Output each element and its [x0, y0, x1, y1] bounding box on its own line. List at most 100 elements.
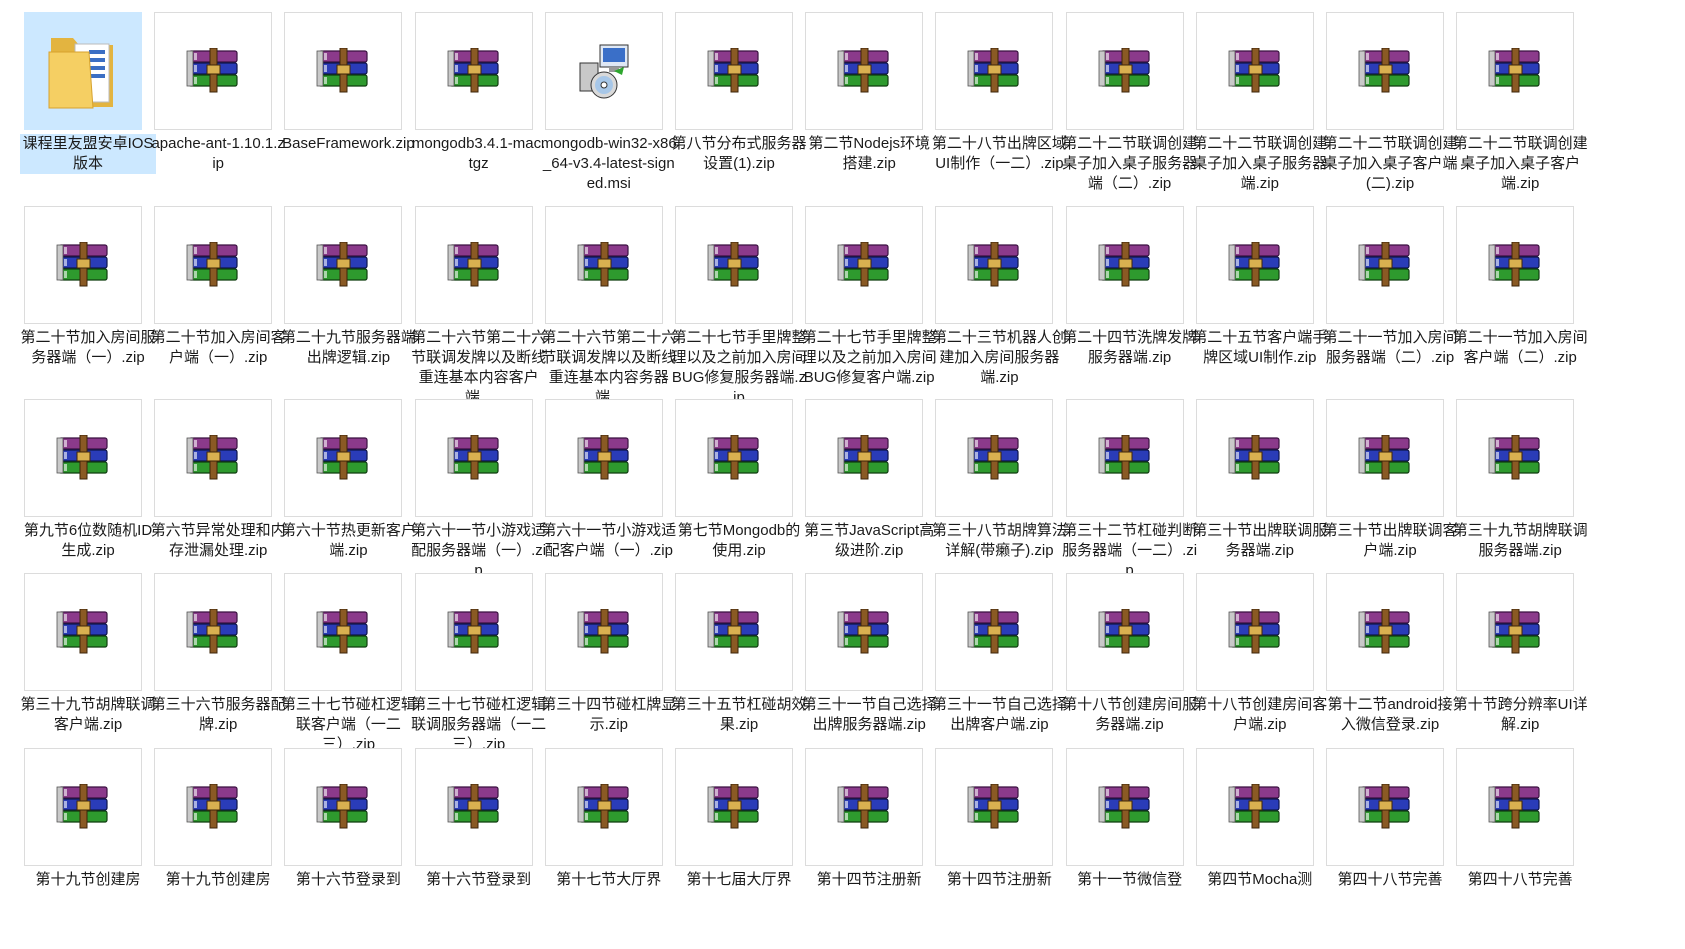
file-thumbnail[interactable] [1065, 206, 1184, 324]
file-thumbnail[interactable] [1326, 12, 1444, 130]
file-item[interactable]: 第四十八节完善 [1320, 736, 1460, 944]
file-item[interactable]: 第二十节加入房间服务器端（一）.zip [18, 194, 158, 402]
file-item[interactable]: 第二十二节联调创建桌子加入桌子客户端.zip [1450, 0, 1590, 208]
file-thumbnail[interactable] [675, 573, 793, 691]
file-item[interactable]: 第二十四节洗牌发牌服务器端.zip [1060, 194, 1200, 402]
file-thumbnail[interactable] [154, 399, 273, 517]
file-thumbnail[interactable] [1065, 399, 1184, 517]
file-item[interactable]: 第二十七节手里牌整理以及之前加入房间BUG修复客户端.zip [799, 194, 939, 402]
file-item[interactable]: BaseFramework.zip [278, 0, 418, 208]
file-item[interactable]: 第二十二节联调创建桌子加入桌子客户端(二).zip [1320, 0, 1460, 208]
file-thumbnail[interactable] [675, 206, 793, 324]
file-thumbnail[interactable] [1326, 399, 1444, 517]
winrar-archive-icon [185, 609, 241, 655]
file-item[interactable]: 第二十六节第二十六节联调发牌以及断线重连基本内容务器端... [539, 194, 679, 406]
file-thumbnail[interactable] [24, 399, 142, 517]
file-thumbnail[interactable] [805, 748, 924, 866]
file-name-label: 第二十五节客户端手牌区域UI制作.zip [1192, 329, 1328, 366]
file-thumbnail[interactable] [1065, 573, 1184, 691]
file-item[interactable]: 第二节Nodejs环境搭建.zip [799, 0, 939, 208]
file-thumbnail[interactable] [1456, 399, 1575, 517]
file-thumbnail[interactable] [544, 399, 663, 517]
file-item[interactable]: 第十七节大厅界 [539, 736, 679, 944]
file-item[interactable]: 第二十七节手里牌整理以及之前加入房间BUG修复服务器端.zip [669, 194, 809, 406]
file-thumbnail[interactable] [1195, 573, 1314, 691]
file-thumbnail[interactable] [805, 206, 924, 324]
file-thumbnail[interactable] [24, 748, 142, 866]
file-thumbnail[interactable] [154, 748, 273, 866]
file-thumbnail[interactable] [24, 573, 142, 691]
file-thumbnail[interactable] [1456, 573, 1575, 691]
file-item[interactable]: 第二十六节第二十六节联调发牌以及断线重连基本内容客户端... [409, 194, 549, 406]
file-item[interactable]: 第四十八节完善 [1450, 736, 1590, 944]
file-thumbnail[interactable] [284, 573, 403, 691]
file-item[interactable]: 第八节分布式服务器设置(1).zip [669, 0, 809, 208]
file-thumbnail[interactable] [1195, 12, 1314, 130]
file-thumbnail[interactable] [935, 12, 1054, 130]
folder-item[interactable]: 课程里友盟安卓IOS版本 [18, 0, 158, 208]
file-thumbnail[interactable] [1326, 206, 1444, 324]
file-thumbnail[interactable] [284, 748, 403, 866]
file-thumbnail[interactable] [805, 399, 924, 517]
file-item[interactable]: 第二十九节服务器端出牌逻辑.zip [278, 194, 418, 402]
file-thumbnail[interactable] [805, 573, 924, 691]
file-thumbnail[interactable] [935, 573, 1054, 691]
file-thumbnail[interactable] [544, 206, 663, 324]
file-thumbnail[interactable] [675, 399, 793, 517]
file-item[interactable]: 第二十五节客户端手牌区域UI制作.zip [1190, 194, 1330, 402]
file-thumbnail[interactable] [1195, 748, 1314, 866]
file-thumbnail[interactable] [935, 748, 1054, 866]
file-item[interactable]: 第二十节加入房间客户端（一）.zip [148, 194, 288, 402]
file-item[interactable]: 第十四节注册新 [799, 736, 939, 944]
file-name-label: 第十九节创建房 [35, 871, 141, 888]
file-item[interactable]: 第二十二节联调创建桌子加入桌子服务器端.zip [1190, 0, 1330, 208]
file-thumbnail[interactable] [24, 206, 142, 324]
file-thumbnail[interactable] [1065, 12, 1184, 130]
file-item[interactable]: 第十七届大厅界 [669, 736, 809, 944]
file-thumbnail[interactable] [154, 12, 273, 130]
file-thumbnail[interactable] [154, 206, 273, 324]
file-item[interactable]: mongodb-win32-x86_64-v3.4-latest-signed.… [539, 0, 679, 208]
file-thumbnail[interactable] [675, 12, 793, 130]
file-thumbnail[interactable] [1195, 399, 1314, 517]
file-thumbnail[interactable] [284, 206, 403, 324]
file-thumbnail[interactable] [284, 399, 403, 517]
file-thumbnail[interactable] [544, 748, 663, 866]
file-item[interactable]: 第十九节创建房 [18, 736, 158, 944]
file-thumbnail[interactable] [935, 399, 1054, 517]
file-thumbnail[interactable] [1065, 748, 1184, 866]
file-thumbnail[interactable] [935, 206, 1054, 324]
file-thumbnail[interactable] [544, 573, 663, 691]
file-item[interactable]: 第十六节登录到 [409, 736, 549, 944]
file-thumbnail[interactable] [154, 573, 273, 691]
file-thumbnail[interactable] [805, 12, 924, 130]
file-item[interactable]: 第二十八节出牌区域UI制作（一二）.zip [929, 0, 1069, 208]
file-thumbnail[interactable] [24, 12, 142, 130]
file-item[interactable]: 第二十三节机器人创建加入房间服务器端.zip [929, 194, 1069, 402]
file-item[interactable]: 第二十一节加入房间服务器端（二）.zip [1320, 194, 1460, 402]
file-thumbnail[interactable] [1326, 573, 1444, 691]
file-item[interactable]: 第四节Mocha测 [1190, 736, 1330, 944]
file-item[interactable]: 第十六节登录到 [278, 736, 418, 944]
winrar-archive-icon [315, 242, 371, 288]
file-item[interactable]: 第二十一节加入房间客户端（二）.zip [1450, 194, 1590, 402]
file-item[interactable]: 第二十二节联调创建桌子加入桌子服务器端（二）.zip [1060, 0, 1200, 208]
file-thumbnail[interactable] [414, 573, 533, 691]
file-thumbnail[interactable] [675, 748, 793, 866]
file-item[interactable]: 第十一节微信登 [1060, 736, 1200, 944]
file-thumbnail[interactable] [414, 748, 533, 866]
file-item[interactable]: 第十四节注册新 [929, 736, 1069, 944]
file-thumbnail[interactable] [544, 12, 663, 130]
file-thumbnail[interactable] [284, 12, 403, 130]
file-thumbnail[interactable] [1456, 748, 1575, 866]
file-thumbnail[interactable] [414, 12, 533, 130]
file-thumbnail[interactable] [1456, 206, 1575, 324]
file-item[interactable]: 第十九节创建房 [148, 736, 288, 944]
file-item[interactable]: apache-ant-1.10.1.zip [148, 0, 288, 208]
file-thumbnail[interactable] [414, 206, 533, 324]
file-thumbnail[interactable] [1456, 12, 1575, 130]
file-thumbnail[interactable] [1195, 206, 1314, 324]
file-item[interactable]: mongodb3.4.1-mac.tgz [409, 0, 549, 208]
file-thumbnail[interactable] [414, 399, 533, 517]
file-thumbnail[interactable] [1326, 748, 1444, 866]
